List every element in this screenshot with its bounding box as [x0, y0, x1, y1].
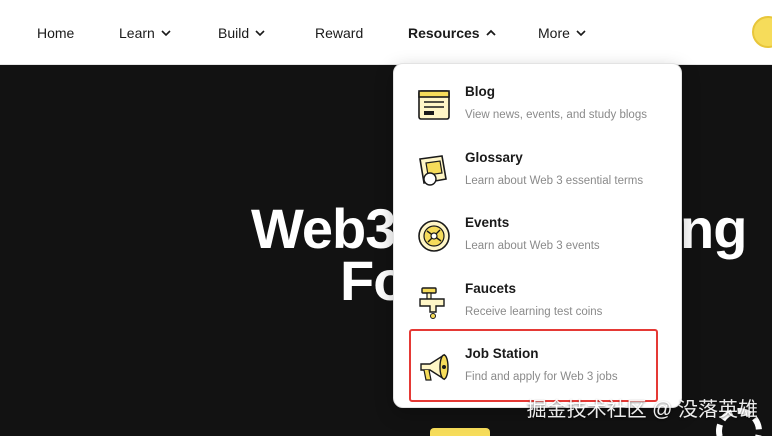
top-navbar: Home Learn Build Reward Resources More	[0, 0, 772, 65]
coin-logo-icon[interactable]	[752, 16, 772, 48]
nav-resources-label: Resources	[408, 24, 480, 41]
glossary-icon	[416, 153, 452, 189]
dropdown-item-job-station[interactable]: Job Station Find and apply for Web 3 job…	[394, 337, 683, 397]
nav-resources[interactable]: Resources	[408, 0, 496, 65]
chevron-down-icon	[255, 28, 265, 38]
blog-icon	[416, 87, 452, 123]
megaphone-icon	[416, 349, 452, 385]
watermark-text: 掘金技术社区 @ 没落英雄	[526, 399, 758, 421]
chevron-down-icon	[161, 28, 171, 38]
dropdown-item-title: Faucets	[465, 281, 517, 296]
hero-button-edge[interactable]	[430, 428, 490, 436]
dropdown-item-description: Learn about Web 3 events	[465, 240, 600, 252]
hero-title-line1-right: ng	[680, 197, 747, 260]
resources-dropdown: Blog View news, events, and study blogs …	[393, 63, 682, 408]
nav-more[interactable]: More	[538, 0, 586, 65]
page: Home Learn Build Reward Resources More W…	[0, 0, 772, 436]
nav-build[interactable]: Build	[218, 0, 265, 65]
dropdown-item-title: Events	[465, 215, 510, 230]
dropdown-item-title: Job Station	[465, 346, 539, 361]
nav-reward-label: Reward	[315, 24, 364, 41]
dropdown-item-description: Learn about Web 3 essential terms	[465, 175, 644, 187]
events-icon	[416, 218, 452, 254]
faucets-icon	[416, 284, 452, 320]
dropdown-item-events[interactable]: Events Learn about Web 3 events	[394, 206, 683, 266]
dropdown-item-title: Blog	[465, 84, 495, 99]
nav-reward[interactable]: Reward	[315, 0, 363, 65]
dropdown-item-description: Find and apply for Web 3 jobs	[465, 371, 618, 383]
nav-more-label: More	[538, 24, 570, 41]
nav-home-label: Home	[37, 24, 75, 41]
nav-build-label: Build	[218, 24, 250, 41]
chevron-down-icon	[576, 28, 586, 38]
dropdown-item-description: View news, events, and study blogs	[465, 109, 647, 121]
nav-learn[interactable]: Learn	[119, 0, 171, 65]
dropdown-item-title: Glossary	[465, 150, 523, 165]
dropdown-item-glossary[interactable]: Glossary Learn about Web 3 essential ter…	[394, 141, 683, 201]
dropdown-item-description: Receive learning test coins	[465, 306, 603, 318]
nav-home[interactable]: Home	[37, 0, 74, 65]
chevron-up-icon	[485, 28, 496, 38]
dropdown-item-faucets[interactable]: Faucets Receive learning test coins	[394, 272, 683, 332]
dropdown-item-blog[interactable]: Blog View news, events, and study blogs	[394, 75, 683, 135]
nav-learn-label: Learn	[119, 24, 155, 41]
